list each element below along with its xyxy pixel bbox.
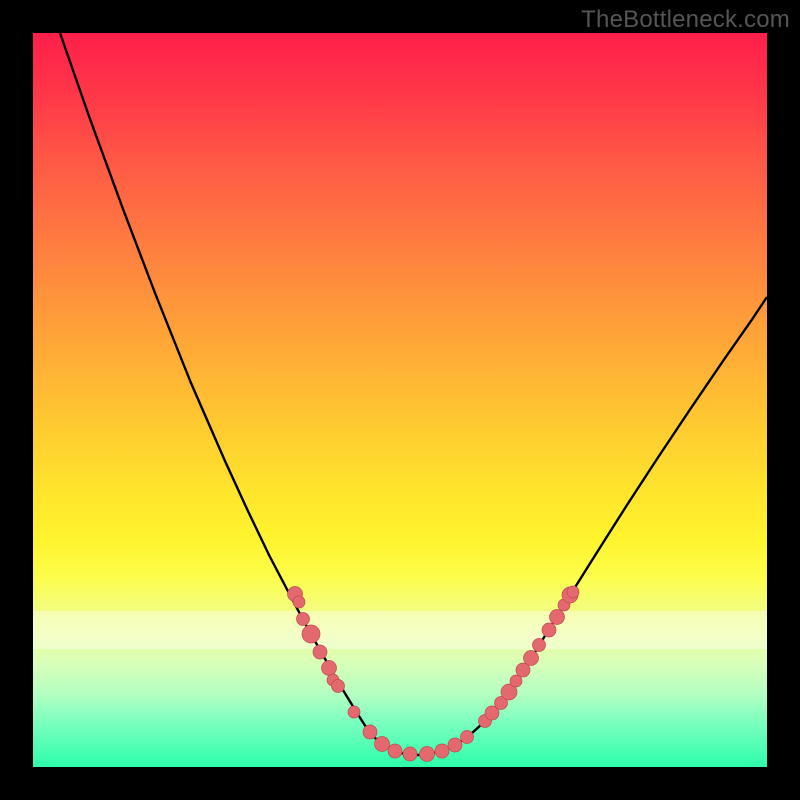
watermark-text: TheBottleneck.com bbox=[581, 6, 790, 34]
data-point bbox=[558, 599, 570, 611]
data-point bbox=[448, 738, 462, 752]
data-point bbox=[524, 651, 539, 666]
data-point bbox=[435, 744, 449, 758]
data-point bbox=[485, 706, 499, 720]
data-point bbox=[293, 596, 305, 608]
data-point bbox=[363, 725, 377, 739]
data-point bbox=[297, 613, 310, 626]
data-point bbox=[501, 684, 517, 700]
plot-area bbox=[33, 33, 767, 767]
data-point bbox=[516, 663, 530, 677]
data-point bbox=[495, 697, 508, 710]
bottleneck-curve bbox=[60, 33, 767, 755]
outer-frame: TheBottleneck.com bbox=[0, 0, 800, 800]
data-point bbox=[461, 731, 474, 744]
data-point bbox=[375, 737, 390, 752]
data-point bbox=[567, 586, 579, 598]
data-point bbox=[332, 680, 345, 693]
data-point bbox=[533, 639, 546, 652]
data-point bbox=[562, 587, 578, 603]
data-point bbox=[313, 645, 327, 659]
data-point bbox=[510, 675, 522, 687]
data-point bbox=[479, 715, 492, 728]
data-point bbox=[302, 625, 320, 643]
highlight-band bbox=[33, 611, 767, 649]
data-point bbox=[403, 747, 417, 761]
data-point bbox=[288, 587, 303, 602]
data-point bbox=[542, 623, 556, 637]
data-point bbox=[550, 610, 565, 625]
data-point bbox=[327, 674, 339, 686]
data-point bbox=[420, 747, 435, 762]
data-point bbox=[348, 706, 360, 718]
data-point bbox=[322, 661, 337, 676]
data-point bbox=[388, 744, 402, 758]
chart-overlay bbox=[33, 33, 767, 767]
